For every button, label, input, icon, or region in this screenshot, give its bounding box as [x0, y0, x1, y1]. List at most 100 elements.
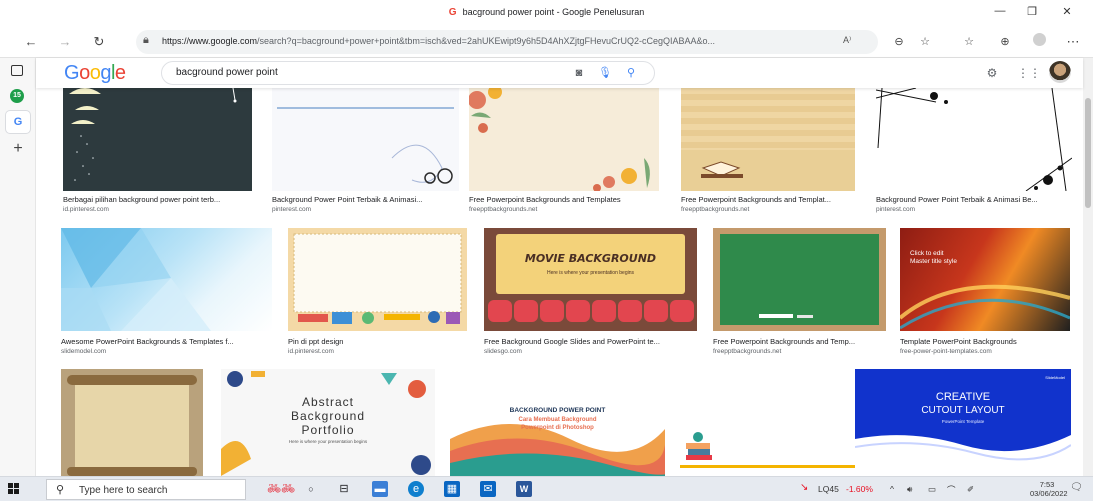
result-thumbnail[interactable]: Click to edit Master title style — [900, 228, 1070, 331]
google-tab-icon[interactable]: G — [6, 111, 30, 133]
more-menu-icon[interactable]: ⋯ — [1064, 33, 1082, 51]
result-card[interactable]: Free Powerpoint Backgrounds and Template… — [469, 88, 659, 218]
result-card[interactable]: Awesome PowerPoint Backgrounds & Templat… — [61, 228, 272, 360]
task-view-icon[interactable]: ⊟ — [336, 481, 352, 497]
stock-name[interactable]: LQ45 — [818, 484, 839, 494]
cyclists-widget-icon[interactable]: 🚲︎🚲︎ — [266, 481, 296, 497]
stock-change[interactable]: -1.60% — [846, 484, 873, 494]
favorite-star-icon[interactable]: ☆ — [916, 33, 934, 51]
camera-icon[interactable]: ◙ — [572, 66, 586, 80]
result-title[interactable]: Template PowerPoint Backgrounds — [900, 337, 1070, 346]
result-title[interactable]: Background Power Point Terbaik & Animasi… — [876, 195, 1072, 204]
result-card[interactable]: Free Powerpoint Backgrounds and Temp... … — [713, 228, 886, 360]
back-arrow-icon[interactable]: ← — [22, 33, 40, 51]
notification-badge[interactable]: 15 — [10, 89, 24, 103]
result-source[interactable]: freepptbackgrounds.net — [713, 348, 886, 355]
result-card[interactable]: Background Power Point Terbaik & Animasi… — [272, 88, 459, 218]
result-card[interactable]: SlideModel CREATIVE CUTOUT LAYOUT PowerP… — [855, 369, 1071, 476]
taskbar-clock[interactable]: 7:53 03/06/2022 — [1030, 480, 1068, 498]
result-source[interactable]: id.pinterest.com — [63, 206, 252, 213]
search-icon[interactable]: ⚲ — [624, 66, 638, 80]
result-title[interactable]: Background Power Point Terbaik & Animasi… — [272, 195, 459, 204]
result-thumbnail[interactable] — [272, 88, 459, 191]
result-card[interactable]: Abstract Background Portfolio Here is wh… — [221, 369, 435, 476]
restore-button[interactable]: ❐ — [1020, 5, 1044, 21]
result-title[interactable]: Free Powerpoint Backgrounds and Templat.… — [681, 195, 855, 204]
forward-arrow-icon[interactable]: → — [56, 33, 74, 51]
microphone-icon[interactable]: 🎙︎ — [598, 66, 612, 80]
favorites-icon[interactable]: ☆ — [960, 33, 978, 51]
result-thumbnail[interactable] — [288, 228, 467, 331]
result-source[interactable]: id.pinterest.com — [288, 348, 467, 355]
network-icon[interactable]: ⌒ — [947, 484, 956, 496]
thumb-title: BACKGROUND POWER POINT — [509, 407, 606, 414]
pen-icon[interactable]: ✐ — [967, 484, 974, 495]
result-thumbnail[interactable] — [61, 228, 272, 331]
result-title[interactable]: Free Powerpoint Backgrounds and Temp... — [713, 337, 886, 346]
result-card[interactable]: Free Powerpoint Backgrounds and Templat.… — [681, 88, 855, 218]
settings-gear-icon[interactable]: ⚙ — [983, 64, 1001, 82]
result-card[interactable] — [680, 369, 858, 476]
taskbar-search-box[interactable]: ⚲ Type here to search — [46, 479, 246, 500]
close-button[interactable]: ✕ — [1055, 5, 1079, 21]
result-thumbnail[interactable]: Abstract Background Portfolio Here is wh… — [221, 369, 435, 476]
result-thumbnail[interactable] — [680, 369, 858, 476]
new-tab-icon[interactable]: + — [10, 141, 26, 157]
tab-actions-icon[interactable] — [11, 65, 23, 76]
word-icon[interactable]: W — [516, 481, 532, 497]
result-thumbnail[interactable] — [469, 88, 659, 191]
avatar[interactable] — [1049, 61, 1071, 83]
result-card[interactable]: Pin di ppt design id.pinterest.com — [288, 228, 467, 360]
result-card[interactable]: MOVIE BACKGROUND Here is where your pres… — [484, 228, 697, 360]
apps-grid-icon[interactable]: ⋮⋮ — [1017, 64, 1041, 82]
result-title[interactable]: Free Powerpoint Backgrounds and Template… — [469, 195, 659, 204]
notifications-icon[interactable]: 🗨︎ — [1070, 482, 1083, 493]
profile-icon[interactable] — [1030, 33, 1048, 51]
result-card[interactable] — [61, 369, 203, 476]
battery-icon[interactable]: ▭ — [928, 484, 936, 495]
result-thumbnail[interactable]: MOVIE BACKGROUND Here is where your pres… — [484, 228, 697, 331]
store-icon[interactable]: ▦ — [444, 481, 460, 497]
result-title[interactable]: Awesome PowerPoint Backgrounds & Templat… — [61, 337, 272, 346]
collections-icon[interactable]: ⊕ — [996, 33, 1014, 51]
search-box[interactable]: bacground power point ◙ 🎙︎ ⚲ — [161, 61, 655, 85]
zoom-icon[interactable]: ⊖ — [890, 33, 908, 51]
result-source[interactable]: freepptbackgrounds.net — [469, 206, 659, 213]
result-thumbnail[interactable]: SlideModel CREATIVE CUTOUT LAYOUT PowerP… — [855, 369, 1071, 476]
result-source[interactable]: slidesgo.com — [484, 348, 697, 355]
result-source[interactable]: pinterest.com — [272, 206, 459, 213]
result-source[interactable]: pinterest.com — [876, 206, 1072, 213]
page-scrollbar[interactable] — [1083, 58, 1093, 476]
result-source[interactable]: slidemodel.com — [61, 348, 272, 355]
chevron-up-icon[interactable]: ^ — [890, 484, 894, 494]
google-logo[interactable]: Google — [64, 62, 126, 85]
result-thumbnail[interactable] — [63, 88, 252, 191]
result-title[interactable]: Pin di ppt design — [288, 337, 467, 346]
windows-start-icon[interactable] — [8, 483, 20, 495]
result-card[interactable]: Background Power Point Terbaik & Animasi… — [876, 88, 1072, 218]
file-explorer-icon[interactable]: ▬ — [372, 481, 388, 497]
result-card[interactable]: Berbagai pilihan background power point … — [63, 88, 252, 218]
result-thumbnail[interactable]: BACKGROUND POWER POINT Cara Membuat Back… — [450, 369, 665, 476]
mail-icon[interactable]: ✉ — [480, 481, 496, 497]
search-query[interactable]: bacground power point — [176, 67, 278, 78]
result-title[interactable]: Berbagai pilihan background power point … — [63, 195, 252, 204]
thumb-subtitle: Cara Membuat Background — [518, 417, 597, 423]
result-card[interactable]: Click to edit Master title style Templat… — [900, 228, 1070, 360]
result-thumbnail[interactable] — [61, 369, 203, 476]
result-title[interactable]: Free Background Google Slides and PowerP… — [484, 337, 697, 346]
cortana-icon[interactable]: ○ — [303, 481, 319, 497]
result-card[interactable]: BACKGROUND POWER POINT Cara Membuat Back… — [450, 369, 665, 476]
scrollbar-thumb[interactable] — [1085, 98, 1091, 208]
result-thumbnail[interactable] — [713, 228, 886, 331]
result-thumbnail[interactable] — [876, 88, 1072, 191]
volume-icon[interactable]: 🔊︎ — [907, 484, 912, 495]
edge-browser-icon[interactable]: e — [408, 481, 424, 497]
address-bar[interactable]: 🔒︎ https://www.google.com/search?q=bacgr… — [136, 30, 878, 54]
refresh-icon[interactable]: ↻ — [90, 33, 108, 51]
result-thumbnail[interactable] — [681, 88, 855, 191]
minimize-button[interactable]: — — [988, 5, 1012, 21]
read-aloud-icon[interactable]: A⁾ — [843, 35, 851, 46]
result-source[interactable]: free-power-point-templates.com — [900, 348, 1070, 355]
result-source[interactable]: freepptbackgrounds.net — [681, 206, 855, 213]
